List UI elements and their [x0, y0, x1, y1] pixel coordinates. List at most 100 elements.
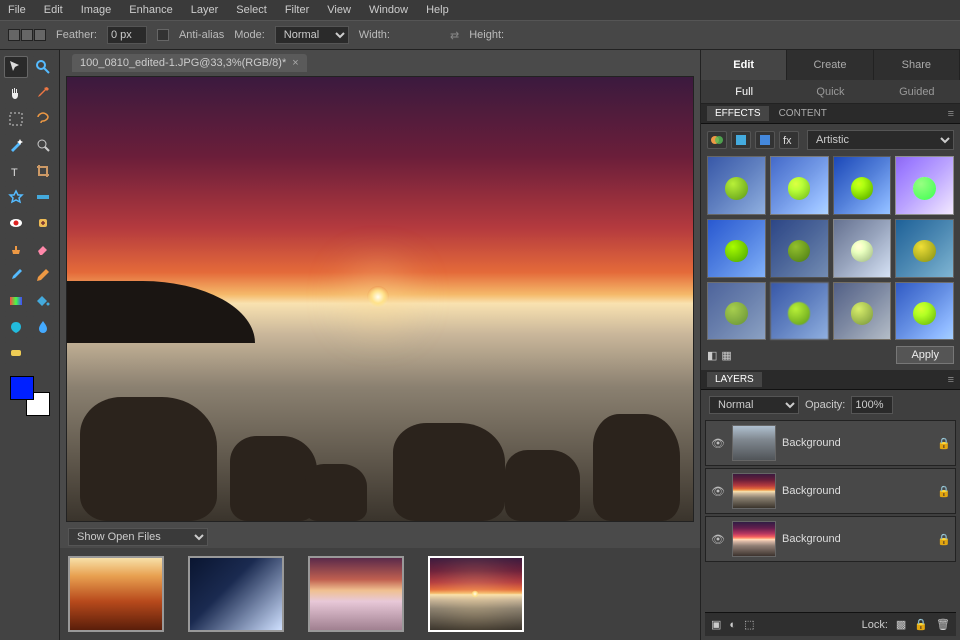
- crop-tool[interactable]: [32, 160, 56, 182]
- subtab-guided[interactable]: Guided: [874, 80, 960, 103]
- opacity-input[interactable]: [851, 396, 893, 414]
- antialias-checkbox[interactable]: [157, 29, 169, 41]
- filter-category-icon-2[interactable]: [731, 131, 751, 149]
- tab-edit[interactable]: Edit: [701, 50, 787, 80]
- menu-file[interactable]: File: [8, 4, 26, 16]
- shape-tool[interactable]: [4, 316, 28, 338]
- subtab-full[interactable]: Full: [701, 80, 787, 103]
- effect-preset-1[interactable]: [707, 156, 766, 215]
- healing-brush-tool[interactable]: [32, 212, 56, 234]
- paint-bucket-tool[interactable]: [32, 290, 56, 312]
- layer-row[interactable]: 👁 Background 🔒: [705, 468, 956, 514]
- menu-image[interactable]: Image: [81, 4, 112, 16]
- marquee-tool[interactable]: [4, 108, 28, 130]
- menu-filter[interactable]: Filter: [285, 4, 309, 16]
- panel-tab-content[interactable]: CONTENT: [771, 106, 835, 121]
- layer-name[interactable]: Background: [782, 485, 931, 497]
- feather-input[interactable]: [107, 26, 147, 44]
- blend-mode-select[interactable]: Normal: [709, 396, 799, 414]
- thumb-1[interactable]: [68, 556, 164, 632]
- panel-tab-layers[interactable]: LAYERS: [707, 372, 762, 387]
- canvas[interactable]: [66, 76, 694, 522]
- lock-pixels-icon[interactable]: ▩: [896, 618, 906, 631]
- thumb-2[interactable]: [188, 556, 284, 632]
- effect-preset-2[interactable]: [770, 156, 829, 215]
- sponge-tool[interactable]: [4, 342, 28, 364]
- menu-layer[interactable]: Layer: [191, 4, 219, 16]
- thumb-4[interactable]: [428, 556, 524, 632]
- effect-preset-4[interactable]: [895, 156, 954, 215]
- effect-preset-8[interactable]: [895, 219, 954, 278]
- effect-preset-9[interactable]: [707, 282, 766, 341]
- subtab-quick[interactable]: Quick: [787, 80, 873, 103]
- effect-preset-3[interactable]: [833, 156, 892, 215]
- lasso-tool[interactable]: [32, 108, 56, 130]
- effect-preset-5[interactable]: [707, 219, 766, 278]
- eraser-tool[interactable]: [32, 238, 56, 260]
- filter-category-icon-1[interactable]: [707, 131, 727, 149]
- gradient-tool[interactable]: [4, 290, 28, 312]
- mode-select[interactable]: Normal: [275, 26, 349, 44]
- effects-panel-menu-icon[interactable]: ≡: [948, 108, 954, 120]
- layers-panel-menu-icon[interactable]: ≡: [948, 374, 954, 386]
- red-eye-tool[interactable]: [4, 212, 28, 234]
- delete-layer-icon[interactable]: 🗑: [936, 618, 950, 631]
- color-swatches[interactable]: [10, 376, 50, 416]
- new-layer-icon[interactable]: ▣: [711, 618, 721, 631]
- layer-visibility-icon[interactable]: 👁: [710, 437, 726, 450]
- foreground-color[interactable]: [10, 376, 34, 400]
- filter-category-icon-4[interactable]: fx: [779, 131, 799, 149]
- link-layers-icon[interactable]: ⬚: [744, 618, 754, 631]
- layer-name[interactable]: Background: [782, 437, 931, 449]
- tab-create[interactable]: Create: [787, 50, 873, 80]
- filter-category-icon-3[interactable]: [755, 131, 775, 149]
- lock-icon[interactable]: 🔒: [937, 485, 951, 498]
- layer-visibility-icon[interactable]: 👁: [710, 485, 726, 498]
- menu-window[interactable]: Window: [369, 4, 408, 16]
- straighten-tool[interactable]: [32, 186, 56, 208]
- magic-wand-tool[interactable]: [4, 134, 28, 156]
- open-files-dropdown[interactable]: Show Open Files: [68, 528, 208, 546]
- effect-preset-11[interactable]: [833, 282, 892, 341]
- clone-stamp-tool[interactable]: [4, 238, 28, 260]
- menu-select[interactable]: Select: [236, 4, 267, 16]
- effects-footer-icon-2[interactable]: ▦: [721, 349, 731, 362]
- effect-preset-12[interactable]: [895, 282, 954, 341]
- effect-preset-6[interactable]: [770, 219, 829, 278]
- blur-tool[interactable]: [32, 316, 56, 338]
- effect-preset-10[interactable]: [770, 282, 829, 341]
- effect-preset-7[interactable]: [833, 219, 892, 278]
- panel-tab-effects[interactable]: EFFECTS: [707, 106, 769, 121]
- menu-edit[interactable]: Edit: [44, 4, 63, 16]
- move-tool[interactable]: [4, 56, 28, 78]
- lock-all-icon[interactable]: 🔒: [914, 618, 928, 631]
- menu-enhance[interactable]: Enhance: [129, 4, 172, 16]
- pencil-tool[interactable]: [32, 264, 56, 286]
- menu-view[interactable]: View: [327, 4, 351, 16]
- eyedropper-tool[interactable]: [32, 82, 56, 104]
- right-panel: Edit Create Share Full Quick Guided EFFE…: [700, 50, 960, 640]
- cookie-cutter-tool[interactable]: [4, 186, 28, 208]
- effects-category-select[interactable]: Artistic: [807, 130, 954, 150]
- layer-name[interactable]: Background: [782, 533, 931, 545]
- close-tab-icon[interactable]: ×: [292, 57, 298, 69]
- type-tool[interactable]: T: [4, 160, 28, 182]
- adjustment-layer-icon[interactable]: ◐: [729, 619, 736, 631]
- lock-icon[interactable]: 🔒: [937, 437, 951, 450]
- arrange-icons[interactable]: [8, 29, 46, 41]
- layer-visibility-icon[interactable]: 👁: [710, 533, 726, 546]
- layer-row[interactable]: 👁 Background 🔒: [705, 516, 956, 562]
- apply-button[interactable]: Apply: [896, 346, 954, 364]
- lock-icon[interactable]: 🔒: [937, 533, 951, 546]
- menu-help[interactable]: Help: [426, 4, 449, 16]
- tab-share[interactable]: Share: [874, 50, 960, 80]
- quick-selection-tool[interactable]: [32, 134, 56, 156]
- zoom-tool[interactable]: [32, 56, 55, 78]
- effects-footer-icon-1[interactable]: ◧: [707, 349, 717, 362]
- hand-tool[interactable]: [4, 82, 28, 104]
- swap-dimensions-icon[interactable]: ⇄: [450, 29, 459, 42]
- thumb-3[interactable]: [308, 556, 404, 632]
- document-tab[interactable]: 100_0810_edited-1.JPG@33,3%(RGB/8)* ×: [72, 54, 307, 72]
- layer-row[interactable]: 👁 Background 🔒: [705, 420, 956, 466]
- brush-tool[interactable]: [4, 264, 28, 286]
